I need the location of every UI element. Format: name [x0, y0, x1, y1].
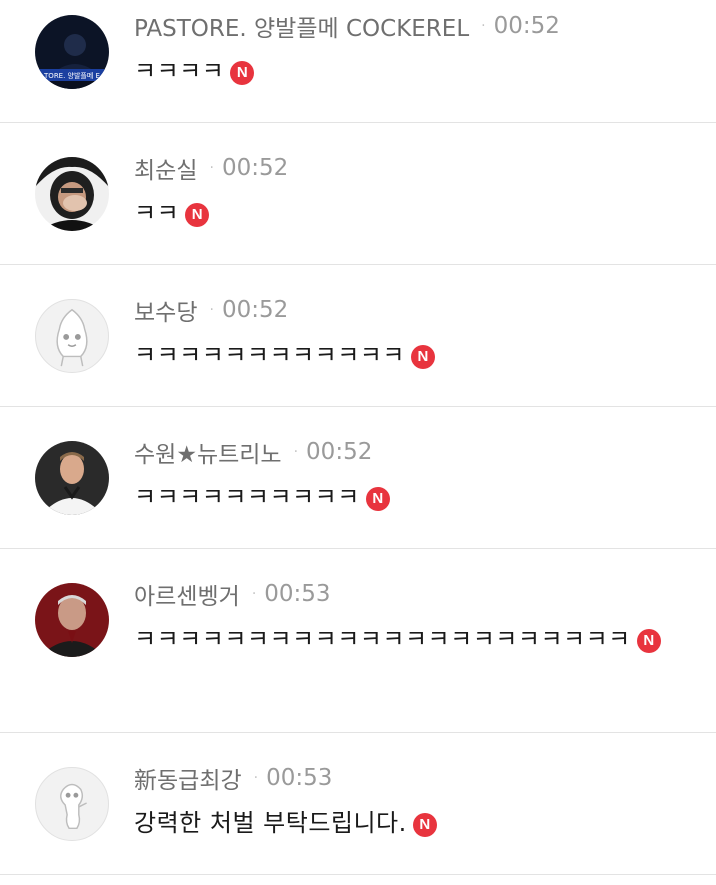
avatar-caption: TORE. 양발플메 E [43, 71, 100, 80]
nickname[interactable]: 수원★뉴트리노 [134, 435, 282, 469]
comment-item: 新동급최강 · 00:53 강력한 처벌 부탁드립니다. N [0, 733, 716, 875]
comment-body: ㅋㅋㅋㅋㅋㅋㅋㅋㅋㅋㅋㅋㅋㅋㅋㅋㅋㅋㅋㅋㅋㅋ [134, 625, 631, 653]
avatar[interactable] [35, 583, 109, 657]
separator-dot: · [253, 770, 259, 786]
comment-text: ㅋㅋㅋㅋ N [134, 49, 694, 93]
separator-dot: · [293, 444, 299, 460]
comment-text: ㅋㅋㅋㅋㅋㅋㅋㅋㅋㅋㅋㅋ N [134, 333, 694, 377]
separator-dot: · [251, 586, 257, 602]
timestamp: 00:53 [264, 581, 331, 607]
comment-text: ㅋㅋ N [134, 191, 694, 235]
comment-text: ㅋㅋㅋㅋㅋㅋㅋㅋㅋㅋ N [134, 475, 694, 519]
comment-text: ㅋㅋㅋㅋㅋㅋㅋㅋㅋㅋㅋㅋㅋㅋㅋㅋㅋㅋㅋㅋㅋㅋ N [134, 617, 694, 661]
comment-body: ㅋㅋ [134, 199, 180, 227]
nickname-suffix: 뉴트리노 [196, 442, 282, 468]
comment-meta: 최순실 · 00:52 [134, 152, 288, 184]
star-icon: ★ [176, 442, 197, 468]
comment-text: 강력한 처벌 부탁드립니다. N [134, 801, 694, 845]
timestamp: 00:53 [266, 765, 333, 791]
avatar[interactable] [35, 441, 109, 515]
new-badge-icon: N [185, 203, 210, 227]
comment-body: 강력한 처벌 부탁드립니다. [134, 809, 407, 837]
new-badge-icon: N [410, 345, 435, 369]
comment-item: 최순실 · 00:52 ㅋㅋ N [0, 123, 716, 265]
comment-body: ㅋㅋㅋㅋㅋㅋㅋㅋㅋㅋ [134, 483, 360, 511]
timestamp: 00:52 [306, 439, 373, 465]
nickname[interactable]: 보수당 [134, 293, 197, 327]
avatar[interactable] [35, 299, 109, 373]
avatar[interactable] [35, 157, 109, 231]
comment-body: ㅋㅋㅋㅋㅋㅋㅋㅋㅋㅋㅋㅋ [134, 341, 405, 369]
nickname[interactable]: 아르센벵거 [134, 577, 240, 611]
comment-meta: 아르센벵거 · 00:53 [134, 578, 331, 610]
comment-meta: 보수당 · 00:52 [134, 294, 288, 326]
avatar[interactable]: TORE. 양발플메 E [35, 15, 109, 89]
timestamp: 00:52 [493, 13, 560, 39]
new-badge-icon: N [636, 629, 661, 653]
comment-meta: PASTORE. 양발플메 COCKEREL · 00:52 [134, 10, 560, 42]
nickname[interactable]: PASTORE. 양발플메 COCKEREL [134, 9, 469, 43]
timestamp: 00:52 [221, 155, 289, 181]
comment-item: 수원★뉴트리노 · 00:52 ㅋㅋㅋㅋㅋㅋㅋㅋㅋㅋ N [0, 407, 716, 549]
new-badge-icon: N [230, 61, 255, 85]
timestamp: 00:52 [221, 297, 289, 323]
separator-dot: · [209, 302, 214, 318]
nickname[interactable]: 최순실 [134, 151, 197, 185]
separator-dot: · [481, 18, 486, 34]
nickname-prefix: 수원 [134, 442, 177, 468]
nickname[interactable]: 新동급최강 [134, 761, 242, 795]
comment-meta: 수원★뉴트리노 · 00:52 [134, 436, 372, 468]
comment-item: 보수당 · 00:52 ㅋㅋㅋㅋㅋㅋㅋㅋㅋㅋㅋㅋ N [0, 265, 716, 407]
new-badge-icon: N [412, 813, 437, 837]
comment-meta: 新동급최강 · 00:53 [134, 762, 332, 794]
comment-item: TORE. 양발플메 E PASTORE. 양발플메 COCKEREL · 00… [0, 0, 716, 123]
comment-body: ㅋㅋㅋㅋ [134, 57, 225, 85]
separator-dot: · [209, 160, 214, 176]
new-badge-icon: N [365, 487, 390, 511]
comment-item: 아르센벵거 · 00:53 ㅋㅋㅋㅋㅋㅋㅋㅋㅋㅋㅋㅋㅋㅋㅋㅋㅋㅋㅋㅋㅋㅋ N [0, 549, 716, 733]
avatar[interactable] [35, 767, 109, 841]
